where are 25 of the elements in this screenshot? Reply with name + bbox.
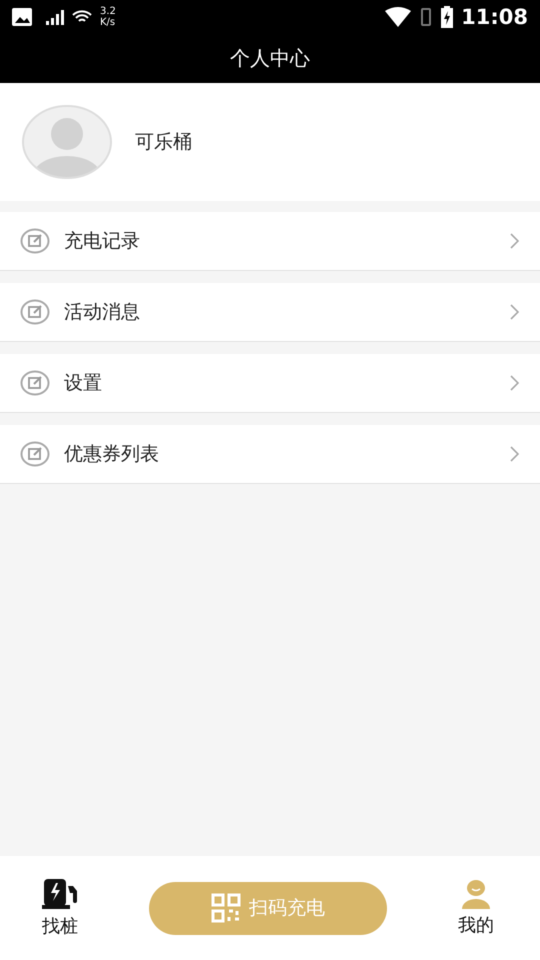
user-icon (461, 879, 491, 909)
edit-icon (20, 370, 50, 396)
network-speed: 3.2 K/s (100, 6, 117, 28)
battery-icon (441, 6, 454, 28)
chevron-right-icon (510, 304, 520, 320)
user-name: 可乐桶 (135, 130, 192, 155)
nav-tab[interactable]: 我的 (452, 879, 500, 937)
chevron-right-icon (510, 375, 520, 391)
menu-item[interactable]: 充电记录 (0, 212, 540, 271)
image-icon (12, 8, 32, 26)
edit-icon (20, 441, 50, 467)
edit-icon (20, 299, 50, 325)
wifi-icon (385, 7, 412, 27)
page-title: 个人中心 (230, 45, 310, 72)
nav-tab[interactable]: 找桩 (36, 878, 84, 938)
menu-item[interactable]: 设置 (0, 354, 540, 413)
menu-item[interactable]: 优惠券列表 (0, 425, 540, 484)
clock: 11:08 (461, 5, 528, 29)
vibrate-icon (419, 7, 434, 27)
chevron-right-icon (510, 446, 520, 462)
charging-station-icon (41, 878, 79, 910)
chevron-right-icon (510, 233, 520, 249)
menu-item[interactable]: 活动消息 (0, 283, 540, 342)
edit-icon (20, 228, 50, 254)
qr-code-icon (211, 893, 241, 923)
